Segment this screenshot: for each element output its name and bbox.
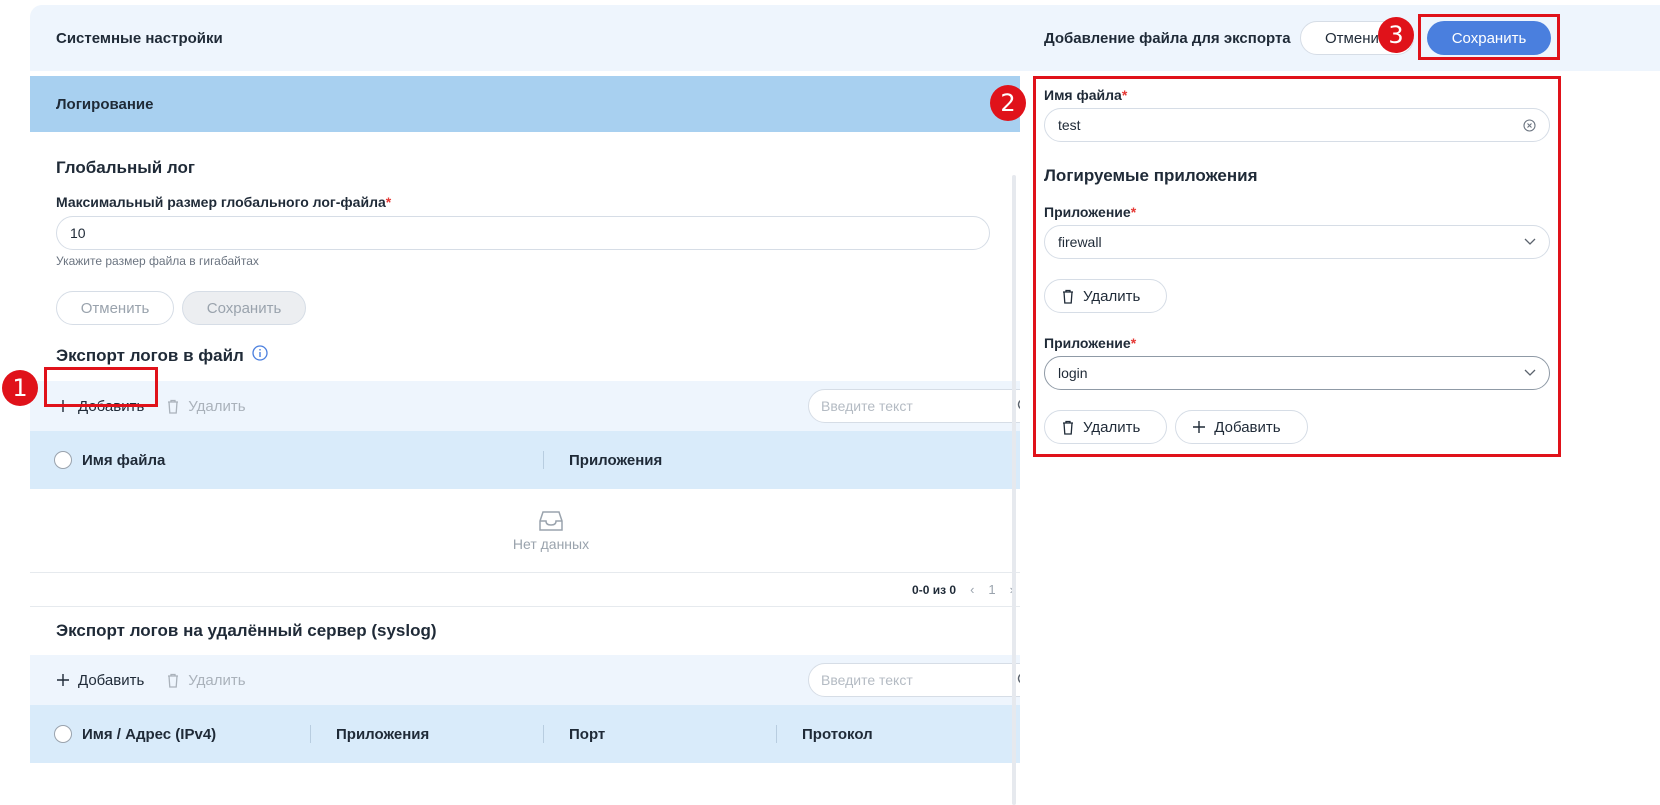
column-header[interactable]: Имя / Адрес (IPv4) [82, 726, 216, 743]
column-divider [776, 725, 777, 743]
scrollbar[interactable] [1012, 175, 1016, 805]
app-select-value: login [1058, 365, 1088, 381]
delete-label: Удалить [188, 671, 246, 689]
search-placeholder: Введите текст [821, 672, 913, 688]
add-label: Добавить [78, 397, 145, 415]
select-all-checkbox[interactable] [54, 451, 72, 469]
drawer-save-button[interactable]: Сохранить [1427, 21, 1551, 55]
plus-icon [57, 674, 69, 686]
app-label: Приложение* [1044, 204, 1137, 220]
syslog-toolbar: Добавить Удалить Введите текст [30, 655, 1072, 705]
drawer-title: Добавление файла для экспорта [1044, 29, 1291, 47]
delete-label: Удалить [188, 397, 246, 415]
annotation-badge: 1 [2, 370, 38, 406]
plus-icon [57, 400, 69, 412]
delete-label: Удалить [1083, 287, 1141, 305]
file-table-header: Имя файла Приложения [30, 431, 1072, 489]
app-select-value: firewall [1058, 234, 1102, 250]
add-file-button[interactable]: Добавить [56, 398, 144, 415]
column-divider [310, 725, 311, 743]
search-input[interactable]: Введите текст [808, 389, 1046, 423]
inbox-icon [539, 510, 563, 531]
clear-icon[interactable] [1523, 118, 1536, 132]
column-header[interactable]: Приложения [336, 726, 429, 743]
app-select[interactable]: firewall [1044, 225, 1550, 259]
column-divider [543, 451, 544, 469]
file-name-label: Имя файла* [1044, 87, 1128, 103]
app-label: Приложение* [1044, 335, 1137, 351]
add-label: Добавить [1214, 418, 1281, 436]
app-select[interactable]: login [1044, 356, 1550, 390]
syslog-table-header: Имя / Адрес (IPv4) Приложения Порт Прото… [30, 705, 1072, 763]
max-size-value: 10 [70, 225, 86, 241]
trash-icon [168, 673, 179, 688]
file-export-toolbar: Добавить Удалить Введите текст [30, 381, 1072, 431]
file-name-input[interactable]: test [1044, 108, 1550, 142]
annotation-badge: 3 [1378, 17, 1414, 53]
empty-state: Нет данных [30, 489, 1072, 573]
max-size-label: Максимальный размер глобального лог-файл… [56, 194, 392, 210]
trash-icon [1063, 420, 1073, 435]
system-settings-panel: Системные настройки Логирование Глобальн… [30, 5, 1072, 805]
page-number[interactable]: 1 [988, 582, 995, 597]
trash-icon [168, 399, 179, 414]
chevron-down-icon[interactable] [1524, 238, 1536, 246]
annotation-badge: 2 [990, 85, 1026, 121]
delete-syslog-button[interactable]: Удалить [166, 671, 246, 689]
pager-range: 0-0 из 0 [912, 582, 957, 597]
delete-file-button[interactable]: Удалить [166, 397, 246, 415]
column-header[interactable]: Приложения [569, 452, 662, 469]
save-button[interactable]: Сохранить [182, 291, 306, 325]
info-icon[interactable] [252, 345, 268, 366]
logged-apps-title: Логируемые приложения [1044, 166, 1258, 185]
delete-app-button[interactable]: Удалить [1044, 410, 1168, 444]
column-header[interactable]: Имя файла [82, 452, 165, 469]
add-file-drawer: Добавление файла для экспорта Отмени Сох… [1020, 5, 1660, 805]
file-export-title: Экспорт логов в файл [56, 345, 244, 365]
drawer-header: Добавление файла для экспорта Отмени Сох… [1020, 5, 1660, 71]
add-label: Добавить [78, 671, 145, 689]
empty-text: Нет данных [512, 535, 590, 552]
column-header[interactable]: Протокол [802, 726, 873, 743]
trash-icon [1063, 289, 1073, 304]
page-title: Системные настройки [30, 5, 1072, 71]
search-placeholder: Введите текст [821, 398, 913, 414]
add-syslog-button[interactable]: Добавить [56, 672, 144, 689]
logging-accordion-header[interactable]: Логирование [30, 76, 1072, 132]
column-divider [543, 725, 544, 743]
pagination: 0-0 из 0 ‹ 1 › [30, 573, 1072, 607]
delete-label: Удалить [1083, 418, 1141, 436]
max-size-hint: Укажите размер файла в гигабайтах [56, 254, 259, 268]
plus-icon [1193, 421, 1206, 433]
add-app-button[interactable]: Добавить [1175, 410, 1308, 444]
search-input[interactable]: Введите текст [808, 663, 1046, 697]
cancel-button[interactable]: Отменить [56, 291, 174, 325]
chevron-down-icon[interactable] [1524, 369, 1536, 377]
syslog-export-title: Экспорт логов на удалённый сервер (syslo… [56, 621, 437, 640]
add-file-form: Имя файла* test Логируемые приложения Пр… [1044, 87, 1550, 444]
column-header[interactable]: Порт [569, 726, 605, 743]
select-all-checkbox[interactable] [54, 725, 72, 743]
max-size-input[interactable]: 10 [56, 216, 990, 250]
accordion-title: Логирование [56, 95, 154, 113]
file-name-value: test [1058, 117, 1081, 133]
global-log-title: Глобальный лог [56, 158, 195, 177]
chevron-left-icon[interactable]: ‹ [970, 582, 974, 597]
delete-app-button[interactable]: Удалить [1044, 279, 1168, 313]
